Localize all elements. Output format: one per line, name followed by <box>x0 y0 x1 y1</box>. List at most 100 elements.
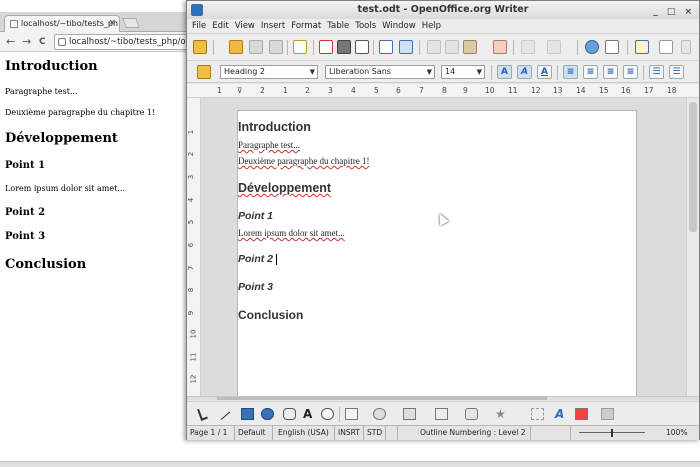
ruler-number: 18 <box>667 86 677 95</box>
scrollbar-thumb[interactable] <box>689 102 697 232</box>
doc-paragraph-2[interactable]: Deuxième paragraphe du chapitre 1! <box>238 156 369 166</box>
doc-heading-developpement[interactable]: Développement <box>238 181 331 195</box>
flowchart-icon[interactable] <box>435 408 448 420</box>
close-tab-icon[interactable]: × <box>108 16 116 31</box>
doc-heading-point-2[interactable]: Point 2 <box>238 253 273 265</box>
scrollbar-thumb[interactable] <box>217 397 547 400</box>
align-left-icon[interactable]: ≡ <box>563 65 578 79</box>
page-style-indicator[interactable]: Default <box>235 426 273 440</box>
fontwork-icon[interactable]: A <box>555 408 568 420</box>
bullets-icon[interactable]: ☰ <box>669 65 684 79</box>
insert-image-icon[interactable] <box>575 408 588 420</box>
extrusion-icon[interactable] <box>601 408 614 420</box>
tab-stop-marker[interactable]: ⊽ <box>237 86 243 95</box>
basic-shapes-icon[interactable] <box>345 408 358 420</box>
cut-icon[interactable] <box>427 40 441 54</box>
menu-format[interactable]: Format <box>288 19 324 34</box>
reload-icon[interactable]: C <box>39 35 46 49</box>
toolbar-overflow-icon[interactable] <box>681 40 691 54</box>
bold-icon[interactable]: A <box>497 65 512 79</box>
text-icon[interactable]: A <box>303 408 316 420</box>
freeform-icon[interactable] <box>283 408 296 420</box>
menu-insert[interactable]: Insert <box>258 19 288 34</box>
copy-icon[interactable] <box>445 40 459 54</box>
doc-heading-point-3[interactable]: Point 3 <box>238 281 273 293</box>
stars-icon[interactable]: ★ <box>495 408 508 420</box>
browser-tab[interactable]: localhost/~tibo/tests_ph × <box>4 15 120 32</box>
spellcheck-icon[interactable] <box>379 40 393 54</box>
export-pdf-icon[interactable] <box>319 40 333 54</box>
insert-mode-indicator[interactable]: INSRT <box>335 426 364 440</box>
navigator-icon[interactable] <box>659 40 673 54</box>
doc-heading-conclusion[interactable]: Conclusion <box>238 308 303 322</box>
document-area[interactable]: Introduction Paragraphe test... Deuxième… <box>201 98 686 396</box>
select-arrow-icon[interactable] <box>197 407 208 421</box>
back-arrow-icon[interactable]: ← <box>6 35 15 49</box>
vertical-scrollbar[interactable] <box>686 98 699 396</box>
table-icon[interactable] <box>605 40 619 54</box>
ellipse-icon[interactable] <box>261 408 274 420</box>
save-icon[interactable] <box>249 40 263 54</box>
new-tab-button[interactable] <box>122 18 140 28</box>
rectangle-icon[interactable] <box>241 408 254 420</box>
styles-formatting-icon[interactable] <box>197 65 211 79</box>
vertical-ruler[interactable]: 1 2 3 4 5 6 7 8 9 10 11 12 <box>187 98 201 396</box>
title-bar[interactable]: test.odt - OpenOffice.org Writer _ □ × <box>187 1 699 19</box>
browser-toolbar: ← → C localhost/~tibo/tests_php/odt <box>0 32 200 52</box>
menu-help[interactable]: Help <box>419 19 444 34</box>
align-center-icon[interactable]: ≡ <box>583 65 598 79</box>
autospellcheck-icon[interactable] <box>399 40 413 54</box>
callouts-icon[interactable] <box>465 408 478 420</box>
doc-paragraph-1[interactable]: Paragraphe test... <box>238 140 300 150</box>
underline-icon[interactable]: A <box>537 65 552 79</box>
callout-icon[interactable] <box>321 408 334 420</box>
view-layout-icon[interactable] <box>531 426 571 440</box>
menu-view[interactable]: View <box>232 19 258 34</box>
language-indicator[interactable]: English (USA) <box>275 426 335 440</box>
ruler-number: 3 <box>187 174 196 180</box>
align-right-icon[interactable]: ≡ <box>603 65 618 79</box>
zoom-percentage[interactable]: 100% <box>663 426 699 440</box>
paragraph-style-select[interactable]: Heading 2 ▼ <box>220 65 318 79</box>
doc-paragraph-lorem[interactable]: Lorem ipsum dolor sit amet... <box>238 228 345 238</box>
clone-formatting-icon[interactable] <box>493 40 507 54</box>
open-folder-icon[interactable] <box>229 40 243 54</box>
numbering-icon[interactable]: ☰ <box>649 65 664 79</box>
edit-file-icon[interactable] <box>293 40 307 54</box>
paste-icon[interactable] <box>463 40 477 54</box>
new-document-icon[interactable] <box>193 40 207 54</box>
show-draw-functions-icon[interactable] <box>635 40 649 54</box>
hyperlink-icon[interactable] <box>585 40 599 54</box>
email-icon[interactable] <box>269 40 283 54</box>
font-size-select[interactable]: 14 ▼ <box>441 65 485 79</box>
font-name-value: Liberation Sans <box>329 67 391 76</box>
document-page[interactable]: Introduction Paragraphe test... Deuxième… <box>237 110 637 396</box>
menu-table[interactable]: Table <box>324 19 352 34</box>
url-bar[interactable]: localhost/~tibo/tests_php/odt <box>54 34 200 50</box>
selection-mode-indicator[interactable]: STD <box>364 426 386 440</box>
symbol-shapes-icon[interactable] <box>373 408 386 420</box>
forward-arrow-icon[interactable]: → <box>22 35 31 49</box>
print-preview-icon[interactable] <box>355 40 369 54</box>
redo-icon[interactable] <box>547 40 561 54</box>
points-icon[interactable] <box>531 408 544 420</box>
undo-icon[interactable] <box>521 40 535 54</box>
justify-icon[interactable]: ≡ <box>623 65 638 79</box>
ruler-number: 14 <box>576 86 586 95</box>
menu-window[interactable]: Window <box>379 19 419 34</box>
menu-tools[interactable]: Tools <box>352 19 379 34</box>
horizontal-ruler[interactable]: 1 ⊽ 2 1 2 3 4 5 6 7 8 9 10 11 12 13 14 1… <box>187 84 699 98</box>
print-icon[interactable] <box>337 40 351 54</box>
horizontal-scrollbar[interactable] <box>187 396 699 400</box>
page-info-icon <box>58 38 66 46</box>
zoom-slider-thumb[interactable] <box>611 429 613 437</box>
font-name-select[interactable]: Liberation Sans ▼ <box>325 65 435 79</box>
doc-heading-introduction[interactable]: Introduction <box>238 120 311 134</box>
doc-heading-point-1[interactable]: Point 1 <box>238 210 273 222</box>
menu-file[interactable]: File <box>189 19 209 34</box>
block-arrows-icon[interactable] <box>403 408 416 420</box>
italic-icon[interactable]: A <box>517 65 532 79</box>
page-indicator[interactable]: Page 1 / 1 <box>187 426 235 440</box>
zoom-slider[interactable] <box>573 426 661 440</box>
menu-edit[interactable]: Edit <box>209 19 231 34</box>
